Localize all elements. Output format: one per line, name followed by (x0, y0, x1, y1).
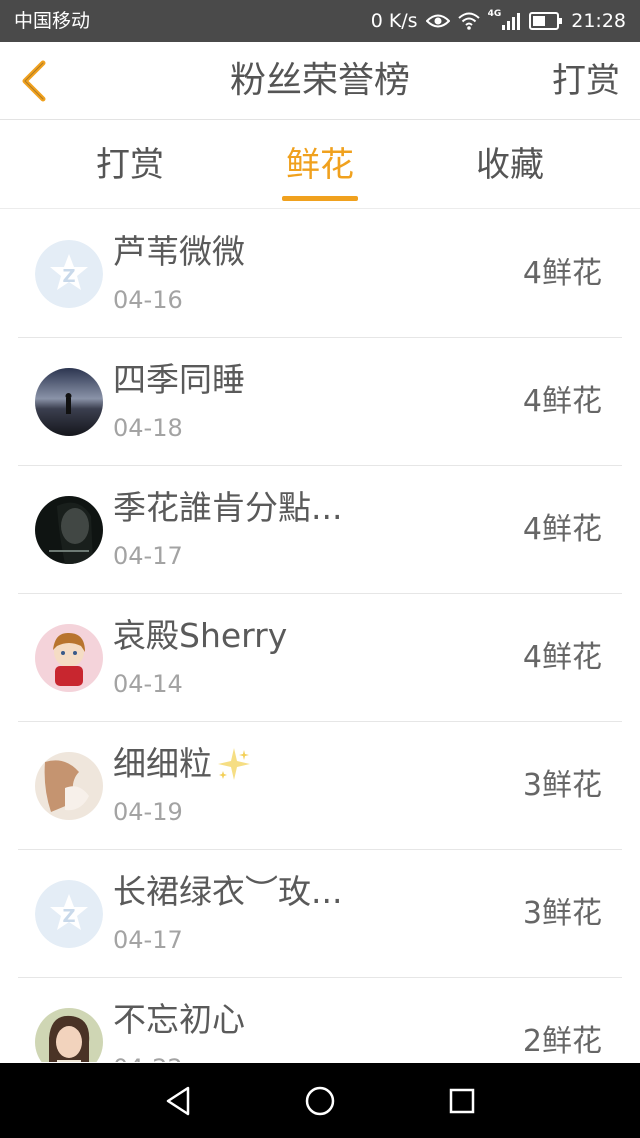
signal-icon (501, 11, 521, 31)
reward-button[interactable]: 打赏 (552, 61, 620, 101)
fan-name: 细细粒 (113, 744, 212, 783)
home-circle-icon (305, 1086, 335, 1116)
fan-name: 长裙绿衣︶玫... (113, 872, 343, 911)
flower-count: 4鲜花 (522, 256, 602, 291)
nav-recents-button[interactable] (442, 1081, 482, 1121)
clock: 21:28 (571, 10, 626, 32)
fan-date: 04-16 (113, 286, 183, 314)
list-item[interactable]: 哀殿Sherry 04-14 4鲜花 (18, 594, 622, 722)
night-sky-avatar (35, 368, 103, 436)
flower-count: 4鲜花 (522, 640, 602, 675)
list-item[interactable]: 四季同睡 04-18 4鲜花 (18, 338, 622, 466)
status-icons: 0 K/s 4G 21:28 (371, 7, 626, 35)
eye-icon (425, 13, 450, 29)
fan-list[interactable]: Z 芦苇微微 04-16 4鲜花 四季同睡 04-18 4鲜花 季花誰肯分點..… (0, 210, 640, 1062)
photo-avatar (35, 1008, 103, 1062)
nav-home-button[interactable] (300, 1081, 340, 1121)
tab-reward[interactable]: 打赏 (50, 145, 210, 185)
flower-count: 3鲜花 (522, 768, 602, 803)
flower-count: 4鲜花 (522, 384, 602, 419)
list-item[interactable]: Z 芦苇微微 04-16 4鲜花 (18, 210, 622, 338)
svg-text:Z: Z (62, 906, 75, 927)
fan-name: 四季同睡 (113, 360, 245, 399)
wifi-icon (457, 12, 480, 30)
anime-avatar (35, 624, 103, 692)
flower-count: 3鲜花 (522, 896, 602, 931)
list-item[interactable]: 季花誰肯分點... 04-17 4鲜花 (18, 466, 622, 594)
network-type: 4G (487, 9, 502, 19)
fan-date: 04-17 (113, 926, 183, 954)
default-avatar: Z (35, 240, 103, 308)
battery-icon (529, 12, 563, 30)
tab-flowers[interactable]: 鲜花 (240, 145, 400, 185)
list-item[interactable]: 细细粒 04-19 3鲜花 (18, 722, 622, 850)
sketch-avatar (35, 752, 103, 820)
fan-name: 芦苇微微 (113, 232, 245, 271)
list-item[interactable]: 不忘初心 04-22 2鲜花 (18, 978, 622, 1062)
flower-count: 2鲜花 (522, 1024, 602, 1059)
portrait-avatar (35, 496, 103, 564)
fan-date: 04-22 (113, 1054, 183, 1062)
active-tab-indicator (282, 196, 358, 201)
list-item[interactable]: Z 长裙绿衣︶玫... 04-17 3鲜花 (18, 850, 622, 978)
system-nav-bar (0, 1063, 640, 1138)
network-speed: 0 K/s (370, 10, 418, 32)
fan-date: 04-14 (113, 670, 183, 698)
tab-favorites[interactable]: 收藏 (430, 145, 590, 185)
default-avatar: Z (35, 880, 103, 948)
back-triangle-icon (166, 1086, 190, 1116)
fan-name: 哀殿Sherry (113, 616, 288, 655)
status-bar: 中国移动 0 K/s 4G 21:28 (0, 0, 640, 42)
fan-date: 04-18 (113, 414, 183, 442)
fan-name: 不忘初心 (113, 1000, 245, 1039)
app-header: 粉丝荣誉榜 打赏 (0, 42, 640, 120)
tab-bar: 打赏 鲜花 收藏 (0, 121, 640, 209)
page-title: 粉丝荣誉榜 (229, 60, 410, 101)
fan-name: 季花誰肯分點... (113, 488, 343, 527)
fan-date: 04-19 (113, 798, 183, 826)
nav-back-button[interactable] (158, 1081, 198, 1121)
carrier-name: 中国移动 (14, 10, 91, 32)
fan-date: 04-17 (113, 542, 183, 570)
flower-count: 4鲜花 (522, 512, 602, 547)
svg-text:Z: Z (62, 266, 75, 287)
recents-square-icon (449, 1088, 475, 1114)
sparkles-icon (218, 748, 250, 780)
